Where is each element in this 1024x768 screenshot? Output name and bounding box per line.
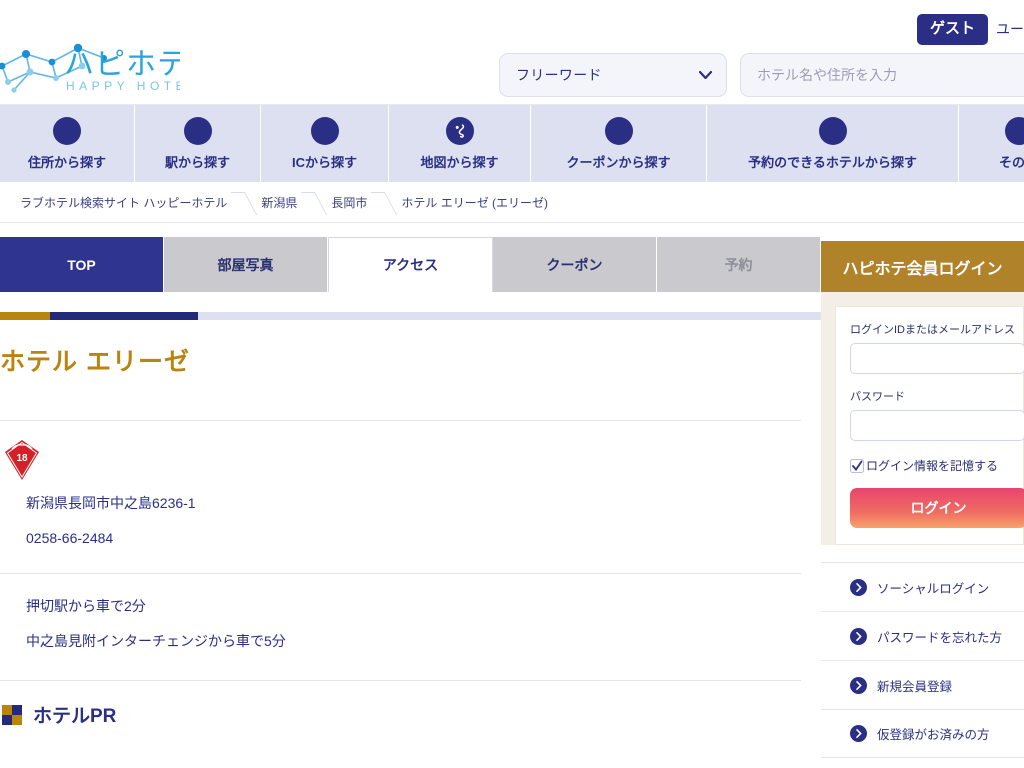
section-title: ホテルPR — [33, 706, 117, 727]
access-info-interchange: 中之島見附インターチェンジから車で5分 — [26, 633, 286, 649]
login-button-label: ログイン — [910, 500, 967, 516]
search-category-select[interactable]: フリーワード — [499, 53, 727, 97]
circle-icon — [604, 116, 633, 145]
tab-label: クーポン — [546, 256, 603, 273]
svg-text:HAPPY HOTEL: HAPPY HOTEL — [66, 79, 180, 93]
nav-label: ICから探す — [291, 154, 357, 170]
header-search: フリーワード — [499, 53, 1024, 97]
arrow-right-circle-icon — [850, 627, 867, 645]
password-label: パスワード — [850, 391, 905, 403]
nav-label: 駅から探す — [164, 154, 230, 170]
link-label: ソーシャルログイン — [877, 581, 990, 596]
site-logo[interactable]: ハピホテ HAPPY HOTEL — [0, 32, 180, 94]
checkbox-checked-icon[interactable] — [850, 458, 864, 473]
circle-icon — [310, 116, 339, 145]
age-restriction-18-icon: 18 — [5, 440, 39, 480]
chevron-down-icon — [699, 71, 712, 79]
divider — [0, 573, 801, 574]
nav-item-ic[interactable]: ICから探す — [261, 105, 389, 182]
guest-badge[interactable]: ゲスト — [916, 14, 988, 45]
nav-item-coupon[interactable]: クーポンから探す — [531, 105, 707, 182]
tab-top[interactable]: TOP — [0, 237, 164, 292]
accent-segment-gold — [0, 312, 50, 320]
tab-label: 部屋写真 — [217, 256, 274, 273]
arrow-right-circle-icon — [850, 578, 867, 596]
arrow-right-circle-icon — [850, 725, 867, 742]
breadcrumb-item-prefecture[interactable]: 新潟県 — [261, 194, 297, 211]
password-input[interactable] — [850, 410, 1024, 441]
global-nav: 住所から探す 駅から探す ICから探す 地図から探す クーポンから探す 予約ので… — [0, 105, 1024, 183]
accent-segment-light — [198, 312, 821, 320]
member-login-card: ハピホテ会員ログイン ログインIDまたはメールアドレス パスワード ログイン情報… — [821, 241, 1024, 545]
member-links: ソーシャルログイン パスワードを忘れた方 新規会員登録 仮登録がお済みの方 — [821, 562, 1024, 758]
breadcrumb-item-city[interactable]: 長岡市 — [331, 194, 367, 211]
circle-icon — [818, 116, 847, 145]
login-button[interactable]: ログイン — [850, 488, 1024, 528]
remember-me-label: ログイン情報を記憶する — [866, 459, 999, 473]
sidebar: ハピホテ会員ログイン ログインIDまたはメールアドレス パスワード ログイン情報… — [821, 223, 1024, 758]
tab-access[interactable]: アクセス — [328, 237, 493, 292]
circle-icon — [53, 116, 81, 145]
access-info-station: 押切駅から車で2分 — [26, 598, 146, 614]
hotel-telephone[interactable]: 0258-66-2484 — [0, 528, 821, 549]
hotel-tabs: TOP 部屋写真 アクセス クーポン 予約 — [0, 237, 821, 292]
nav-item-other[interactable]: その他 — [959, 105, 1024, 182]
link-new-registration[interactable]: 新規会員登録 — [821, 660, 1024, 709]
tab-room-photos[interactable]: 部屋写真 — [164, 237, 328, 292]
accent-bar — [0, 312, 821, 320]
nav-item-address[interactable]: 住所から探す — [0, 105, 135, 182]
breadcrumb: ラブホテル検索サイト ハッピーホテル 新潟県 長岡市 ホテル エリーゼ (エリー… — [0, 183, 1024, 223]
search-category-value: フリーワード — [516, 67, 602, 83]
link-provisional-registration[interactable]: 仮登録がお済みの方 — [821, 709, 1024, 758]
link-social-login[interactable]: ソーシャルログイン — [821, 562, 1024, 611]
map-japan-icon — [445, 116, 474, 145]
tab-label: アクセス — [382, 257, 439, 273]
tab-reservation: 予約 — [657, 237, 821, 292]
tab-label: 予約 — [724, 256, 753, 273]
account-area: ゲスト ユー — [916, 14, 1024, 45]
link-label: 仮登録がお済みの方 — [877, 728, 990, 742]
nav-label: 予約のできるホテルから探す — [748, 154, 917, 170]
login-form: ログインIDまたはメールアドレス パスワード ログイン情報を記憶する ログイン — [821, 292, 1024, 545]
breadcrumb-separator — [297, 183, 331, 223]
breadcrumb-separator — [227, 183, 261, 223]
nav-item-station[interactable]: 駅から探す — [135, 105, 261, 182]
circle-icon — [183, 116, 212, 145]
svg-text:ハピホテ: ハピホテ — [64, 48, 180, 81]
age-badge-text: 18 — [16, 453, 28, 464]
breadcrumb-separator — [367, 183, 401, 223]
accent-segment-navy — [50, 312, 198, 320]
main-column: TOP 部屋写真 アクセス クーポン 予約 ホテル エリーゼ 18 新潟県長岡市… — [0, 223, 821, 758]
site-header: ハピホテ HAPPY HOTEL ゲスト ユー フリーワード — [0, 0, 1024, 105]
user-label[interactable]: ユー — [996, 19, 1024, 39]
remember-me-row[interactable]: ログイン情報を記憶する — [850, 457, 1023, 474]
page-root: ハピホテ HAPPY HOTEL ゲスト ユー フリーワード 住所から探す — [0, 0, 1024, 768]
hotel-address: 新潟県長岡市中之島6236-1 — [26, 495, 196, 511]
tab-label: TOP — [67, 256, 96, 273]
login-card-title: ハピホテ会員ログイン — [821, 241, 1024, 292]
link-label: パスワードを忘れた方 — [877, 630, 1003, 645]
nav-label: その他 — [998, 154, 1024, 170]
nav-label: クーポンから探す — [566, 154, 671, 170]
link-label: 新規会員登録 — [877, 679, 953, 694]
hotel-info-block: 18 新潟県長岡市中之島6236-1 0258-66-2484 — [0, 421, 821, 549]
login-id-input[interactable] — [850, 343, 1024, 374]
breadcrumb-item-hotel: ホテル エリーゼ (エリーゼ) — [401, 196, 549, 210]
hotel-pr-heading: ホテルPR — [0, 681, 821, 728]
nav-label: 地図から探す — [420, 154, 499, 170]
page-title: ホテル エリーゼ — [0, 348, 190, 376]
search-input[interactable] — [740, 53, 1024, 97]
tab-coupon[interactable]: クーポン — [493, 237, 657, 292]
login-id-label: ログインIDまたはメールアドレス — [850, 324, 1015, 336]
circle-icon — [1004, 116, 1024, 145]
arrow-right-circle-icon — [850, 676, 867, 694]
link-forgot-password[interactable]: パスワードを忘れた方 — [821, 611, 1024, 660]
nav-item-map[interactable]: 地図から探す — [389, 105, 531, 182]
nav-item-reservable[interactable]: 予約のできるホテルから探す — [707, 105, 959, 182]
content-area: TOP 部屋写真 アクセス クーポン 予約 ホテル エリーゼ 18 新潟県長岡市… — [0, 223, 1024, 758]
nav-label: 住所から探す — [27, 154, 106, 170]
breadcrumb-item-home[interactable]: ラブホテル検索サイト ハッピーホテル — [20, 194, 227, 211]
checkerboard-icon — [2, 704, 22, 725]
